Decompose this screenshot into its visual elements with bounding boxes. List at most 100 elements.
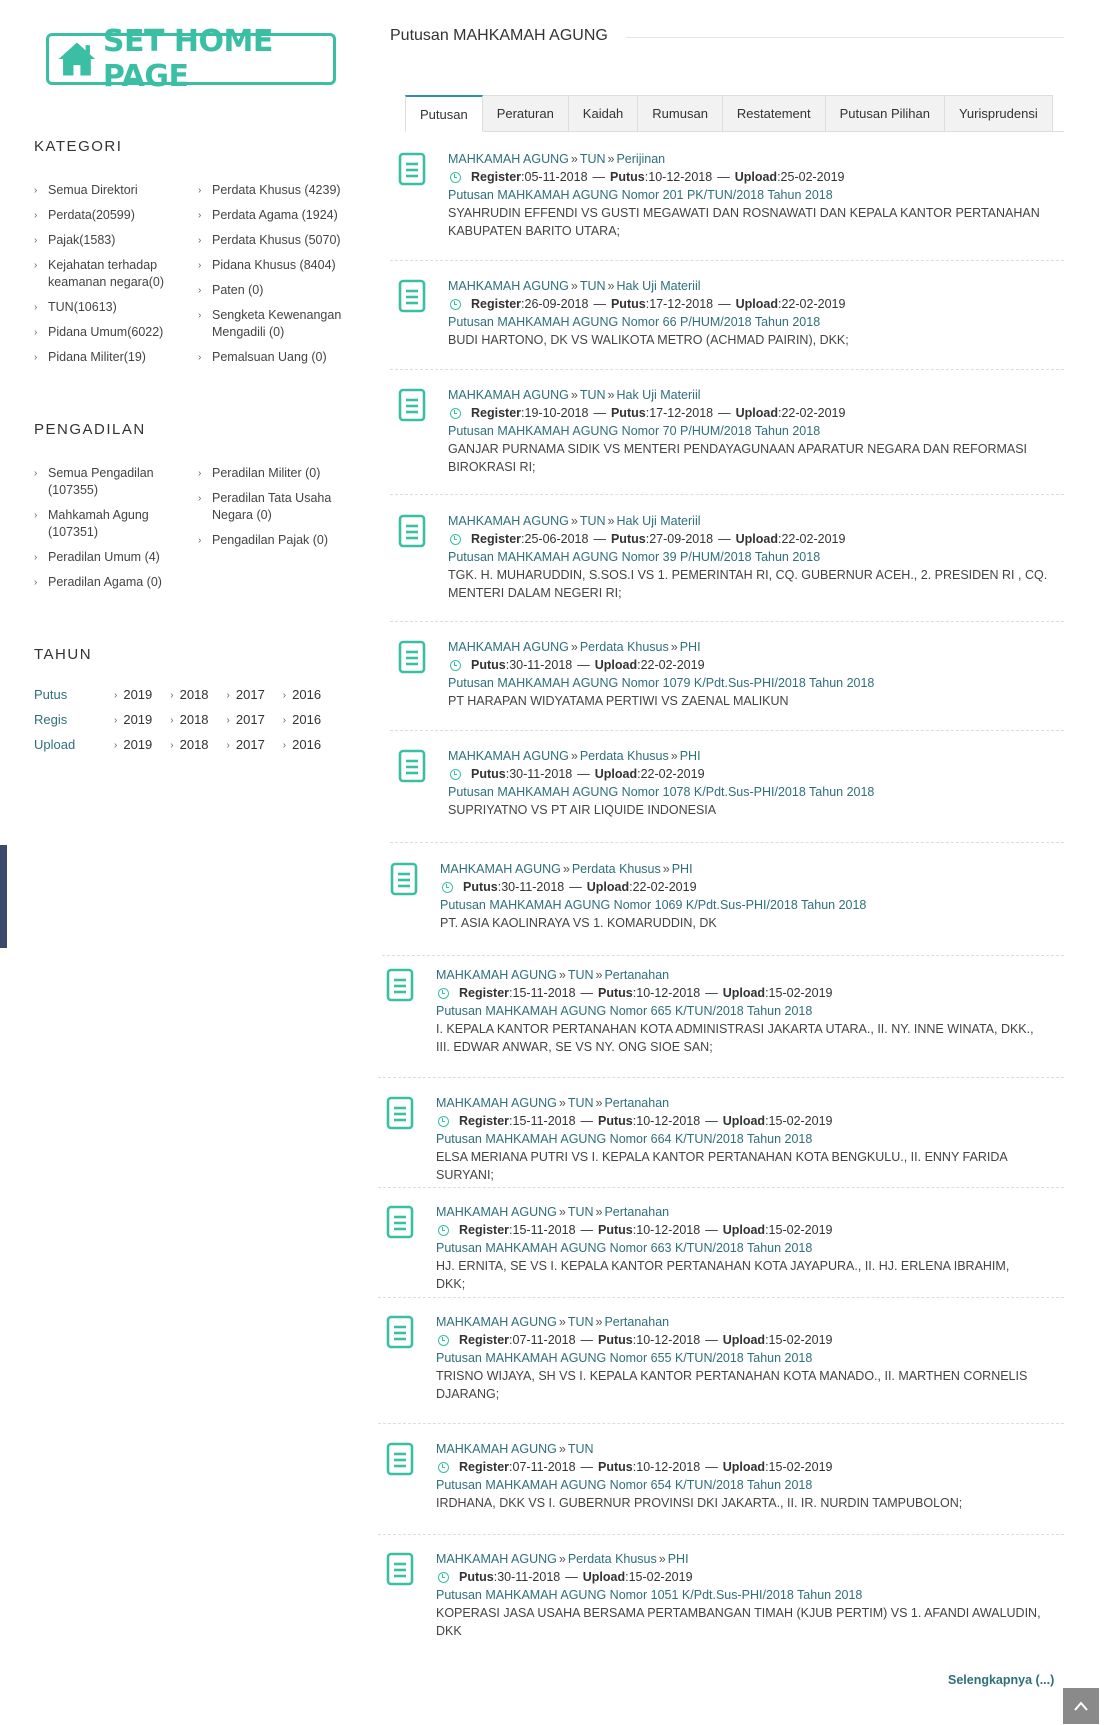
breadcrumb-link[interactable]: MAHKAMAH AGUNG <box>436 1096 557 1110</box>
breadcrumb-link[interactable]: MAHKAMAH AGUNG <box>448 279 569 293</box>
decision-title-link[interactable]: Putusan MAHKAMAH AGUNG Nomor 1078 K/Pdt.… <box>448 783 1053 801</box>
kategori-item[interactable]: › Pajak(1583) <box>34 232 194 249</box>
chevron-right-icon: › <box>198 235 202 246</box>
breadcrumb-link[interactable]: Hak Uji Materiil <box>616 279 700 293</box>
kategori-item[interactable]: › Perdata Khusus (5070) <box>198 232 348 249</box>
tab-kaidah[interactable]: Kaidah <box>568 95 639 132</box>
pengadilan-item[interactable]: › Peradilan Militer (0) <box>198 465 333 482</box>
year-link[interactable]: 2016 <box>292 712 321 729</box>
tahun-upload-link[interactable]: Upload <box>34 737 75 752</box>
kategori-item[interactable]: › Pidana Militer(19) <box>34 349 194 366</box>
breadcrumb-link[interactable]: TUN <box>568 1315 594 1329</box>
year-link[interactable]: 2018 <box>180 687 209 704</box>
breadcrumb-link[interactable]: MAHKAMAH AGUNG <box>436 1552 557 1566</box>
kategori-item[interactable]: › Perdata(20599) <box>34 207 194 224</box>
breadcrumb-link[interactable]: Pertanahan <box>604 968 669 982</box>
breadcrumb-link[interactable]: PHI <box>680 749 701 763</box>
pengadilan-item[interactable]: › Peradilan Umum (4) <box>34 549 169 566</box>
tab-yurisprudensi[interactable]: Yurisprudensi <box>944 95 1053 132</box>
breadcrumb-link[interactable]: TUN <box>580 279 606 293</box>
breadcrumb-link[interactable]: PHI <box>680 640 701 654</box>
decision-title-link[interactable]: Putusan MAHKAMAH AGUNG Nomor 201 PK/TUN/… <box>448 186 1053 204</box>
breadcrumb-link[interactable]: TUN <box>580 388 606 402</box>
breadcrumb-link[interactable]: Perdata Khusus <box>580 749 669 763</box>
breadcrumb-link[interactable]: MAHKAMAH AGUNG <box>436 1442 557 1456</box>
year-link[interactable]: 2017 <box>236 712 265 729</box>
breadcrumb-link[interactable]: MAHKAMAH AGUNG <box>448 152 569 166</box>
year-link[interactable]: 2019 <box>123 687 152 704</box>
kategori-item[interactable]: › Semua Direktori <box>34 182 194 199</box>
decision-title-link[interactable]: Putusan MAHKAMAH AGUNG Nomor 1079 K/Pdt.… <box>448 674 1053 692</box>
decision-title-link[interactable]: Putusan MAHKAMAH AGUNG Nomor 665 K/TUN/2… <box>436 1002 1041 1020</box>
tab-rumusan[interactable]: Rumusan <box>638 95 723 132</box>
kategori-item[interactable]: › Sengketa Kewenangan Mengadili (0) <box>198 307 348 341</box>
tab-peraturan[interactable]: Peraturan <box>482 95 569 132</box>
decision-title-link[interactable]: Putusan MAHKAMAH AGUNG Nomor 655 K/TUN/2… <box>436 1349 1041 1367</box>
kategori-item[interactable]: › Perdata Agama (1924) <box>198 207 348 224</box>
tahun-putus-link[interactable]: Putus <box>34 687 67 702</box>
breadcrumb-link[interactable]: TUN <box>580 514 606 528</box>
breadcrumb-link[interactable]: TUN <box>580 152 606 166</box>
breadcrumb-link[interactable]: MAHKAMAH AGUNG <box>436 1315 557 1329</box>
breadcrumb-link[interactable]: Pertanahan <box>604 1205 669 1219</box>
breadcrumb-link[interactable]: Perdata Khusus <box>572 862 661 876</box>
decision-title-link[interactable]: Putusan MAHKAMAH AGUNG Nomor 66 P/HUM/20… <box>448 313 1053 331</box>
breadcrumb-link[interactable]: MAHKAMAH AGUNG <box>436 968 557 982</box>
pengadilan-item[interactable]: › Peradilan Tata Usaha Negara (0) <box>198 490 333 524</box>
pengadilan-item[interactable]: › Semua Pengadilan (107355) <box>34 465 169 499</box>
year-link[interactable]: 2018 <box>180 712 209 729</box>
tab-restatement[interactable]: Restatement <box>722 95 826 132</box>
pengadilan-item[interactable]: › Pengadilan Pajak (0) <box>198 532 333 549</box>
breadcrumb-link[interactable]: MAHKAMAH AGUNG <box>440 862 561 876</box>
decision-title-link[interactable]: Putusan MAHKAMAH AGUNG Nomor 39 P/HUM/20… <box>448 548 1053 566</box>
kategori-item[interactable]: › Pidana Umum(6022) <box>34 324 194 341</box>
breadcrumb-link[interactable]: TUN <box>568 1442 594 1456</box>
year-link[interactable]: 2016 <box>292 737 321 754</box>
year-link[interactable]: 2017 <box>236 687 265 704</box>
scroll-to-top-button[interactable] <box>1063 1688 1099 1724</box>
breadcrumb-link[interactable]: Hak Uji Materiil <box>616 514 700 528</box>
breadcrumb-link[interactable]: PHI <box>672 862 693 876</box>
kategori-item[interactable]: › Paten (0) <box>198 282 348 299</box>
decision-title-link[interactable]: Putusan MAHKAMAH AGUNG Nomor 70 P/HUM/20… <box>448 422 1053 440</box>
pengadilan-item[interactable]: › Peradilan Agama (0) <box>34 574 169 591</box>
breadcrumb-link[interactable]: Pertanahan <box>604 1315 669 1329</box>
breadcrumb-link[interactable]: Perdata Khusus <box>568 1552 657 1566</box>
more-link[interactable]: Selengkapnya (...) <box>948 1673 1054 1687</box>
breadcrumb-link[interactable]: Perdata Khusus <box>580 640 669 654</box>
decision-title-link[interactable]: Putusan MAHKAMAH AGUNG Nomor 663 K/TUN/2… <box>436 1239 1041 1257</box>
breadcrumb-link[interactable]: MAHKAMAH AGUNG <box>448 640 569 654</box>
year-link[interactable]: 2018 <box>180 737 209 754</box>
tab-putusan[interactable]: Putusan <box>405 95 483 132</box>
breadcrumb-link[interactable]: MAHKAMAH AGUNG <box>448 749 569 763</box>
kategori-item[interactable]: › Perdata Khusus (4239) <box>198 182 348 199</box>
year-link[interactable]: 2016 <box>292 687 321 704</box>
breadcrumb-link[interactable]: Pertanahan <box>604 1096 669 1110</box>
tab-putusan-pilihan[interactable]: Putusan Pilihan <box>825 95 945 132</box>
breadcrumb-link[interactable]: MAHKAMAH AGUNG <box>448 388 569 402</box>
set-home-page-button[interactable]: SET HOME PAGE <box>46 24 336 94</box>
breadcrumb-link[interactable]: TUN <box>568 1096 594 1110</box>
breadcrumb-link[interactable]: TUN <box>568 968 594 982</box>
left-edge-tab[interactable] <box>0 845 7 948</box>
pengadilan-item[interactable]: › Mahkamah Agung (107351) <box>34 507 169 541</box>
breadcrumb-link[interactable]: TUN <box>568 1205 594 1219</box>
kategori-item[interactable]: › Pidana Khusus (8404) <box>198 257 348 274</box>
double-chevron-icon: » <box>607 152 615 166</box>
year-link[interactable]: 2019 <box>123 712 152 729</box>
breadcrumb-link[interactable]: MAHKAMAH AGUNG <box>436 1205 557 1219</box>
kategori-item[interactable]: › Pemalsuan Uang (0) <box>198 349 348 366</box>
year-link[interactable]: 2017 <box>236 737 265 754</box>
year-link[interactable]: 2019 <box>123 737 152 754</box>
breadcrumb-link[interactable]: PHI <box>668 1552 689 1566</box>
kategori-item[interactable]: › Kejahatan terhadap keamanan negara(0) <box>34 257 194 291</box>
decision-title-link[interactable]: Putusan MAHKAMAH AGUNG Nomor 664 K/TUN/2… <box>436 1130 1041 1148</box>
decision-title-link[interactable]: Putusan MAHKAMAH AGUNG Nomor 654 K/TUN/2… <box>436 1476 1041 1494</box>
tahun-regis-link[interactable]: Regis <box>34 712 67 727</box>
decision-title-link[interactable]: Putusan MAHKAMAH AGUNG Nomor 1051 K/Pdt.… <box>436 1586 1041 1604</box>
breadcrumb-link[interactable]: Hak Uji Materiil <box>616 388 700 402</box>
kategori-item[interactable]: › TUN(10613) <box>34 299 194 316</box>
decision-title-link[interactable]: Putusan MAHKAMAH AGUNG Nomor 1069 K/Pdt.… <box>440 896 1045 914</box>
breadcrumb-link[interactable]: MAHKAMAH AGUNG <box>448 514 569 528</box>
breadcrumb-link[interactable]: Perijinan <box>616 152 665 166</box>
